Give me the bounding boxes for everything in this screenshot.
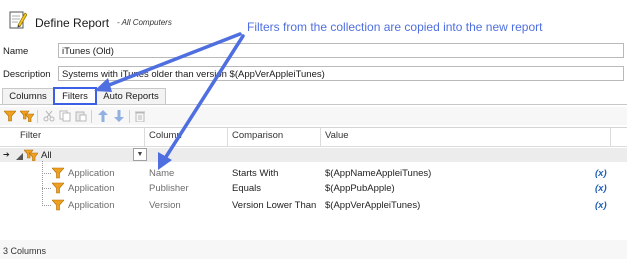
chevron-down-icon: ▼ bbox=[136, 151, 144, 158]
filter-group-icon bbox=[23, 149, 39, 164]
tab-columns[interactable]: Columns bbox=[2, 88, 54, 104]
row-value[interactable]: $(AppNameAppleiTunes) bbox=[325, 168, 431, 179]
row-comparison[interactable]: Version Lower Than bbox=[232, 200, 316, 211]
tab-auto-reports[interactable]: Auto Reports bbox=[96, 88, 166, 104]
row-filter-type[interactable]: Application bbox=[68, 183, 114, 194]
report-pencil-icon bbox=[9, 11, 27, 29]
row-value[interactable]: $(AppVerAppleiTunes) bbox=[325, 200, 420, 211]
tree-line bbox=[42, 205, 51, 206]
add-group-icon[interactable] bbox=[20, 109, 34, 123]
current-row-indicator-icon: ➔ bbox=[3, 150, 10, 159]
annotation-callout: Filters from the collection are copied i… bbox=[247, 20, 543, 34]
group-label: All bbox=[41, 150, 52, 161]
toolbar-separator bbox=[37, 110, 38, 123]
collapse-icon[interactable] bbox=[16, 152, 23, 163]
column-header-filter[interactable]: Filter bbox=[20, 130, 41, 141]
tree-line bbox=[42, 173, 51, 174]
window-title: Define Report bbox=[35, 16, 110, 30]
tree-line bbox=[42, 161, 44, 206]
filter-icon bbox=[51, 199, 65, 214]
header-divider bbox=[0, 146, 627, 147]
row-filter-type[interactable]: Application bbox=[68, 200, 114, 211]
row-comparison[interactable]: Equals bbox=[232, 183, 261, 194]
column-header-value[interactable]: Value bbox=[325, 130, 349, 141]
toolbar bbox=[0, 107, 627, 125]
tab-filters[interactable]: Filters bbox=[53, 87, 97, 105]
variable-fx-icon[interactable]: (x) bbox=[595, 200, 607, 211]
column-header-column[interactable]: Column bbox=[149, 130, 182, 141]
window-subtitle: - All Computers bbox=[117, 18, 172, 27]
column-separator[interactable] bbox=[320, 128, 321, 146]
column-separator[interactable] bbox=[144, 128, 145, 146]
row-filter-type[interactable]: Application bbox=[68, 168, 114, 179]
column-header-comparison[interactable]: Comparison bbox=[232, 130, 283, 141]
variable-fx-icon[interactable]: (x) bbox=[595, 183, 607, 194]
column-separator[interactable] bbox=[227, 128, 228, 146]
tab-divider bbox=[0, 104, 627, 105]
tree-line bbox=[42, 188, 51, 189]
group-operator-dropdown[interactable]: ▼ bbox=[133, 148, 147, 161]
add-filter-icon[interactable] bbox=[3, 109, 17, 123]
move-up-icon[interactable] bbox=[96, 109, 110, 123]
status-text: 3 Columns bbox=[3, 246, 47, 256]
toolbar-separator bbox=[91, 110, 92, 123]
paste-icon[interactable] bbox=[74, 109, 88, 123]
toolbar-separator bbox=[129, 110, 130, 123]
copy-icon[interactable] bbox=[58, 109, 72, 123]
description-field[interactable]: Systems with iTunes older than version $… bbox=[58, 66, 624, 81]
row-value[interactable]: $(AppPubApple) bbox=[325, 183, 395, 194]
move-down-icon[interactable] bbox=[112, 109, 126, 123]
row-comparison[interactable]: Starts With bbox=[232, 168, 278, 179]
filter-icon bbox=[51, 182, 65, 197]
column-separator[interactable] bbox=[610, 128, 611, 146]
description-label: Description bbox=[3, 69, 51, 80]
row-column[interactable]: Version bbox=[149, 200, 181, 211]
row-column[interactable]: Publisher bbox=[149, 183, 189, 194]
status-bar bbox=[0, 240, 627, 259]
variable-fx-icon[interactable]: (x) bbox=[595, 168, 607, 179]
filter-icon bbox=[51, 167, 65, 182]
group-row-all[interactable] bbox=[0, 148, 627, 162]
name-label: Name bbox=[3, 46, 29, 57]
delete-icon[interactable] bbox=[133, 109, 147, 123]
cut-icon[interactable] bbox=[42, 109, 56, 123]
name-field[interactable]: iTunes (Old) bbox=[58, 43, 624, 58]
row-column[interactable]: Name bbox=[149, 168, 174, 179]
